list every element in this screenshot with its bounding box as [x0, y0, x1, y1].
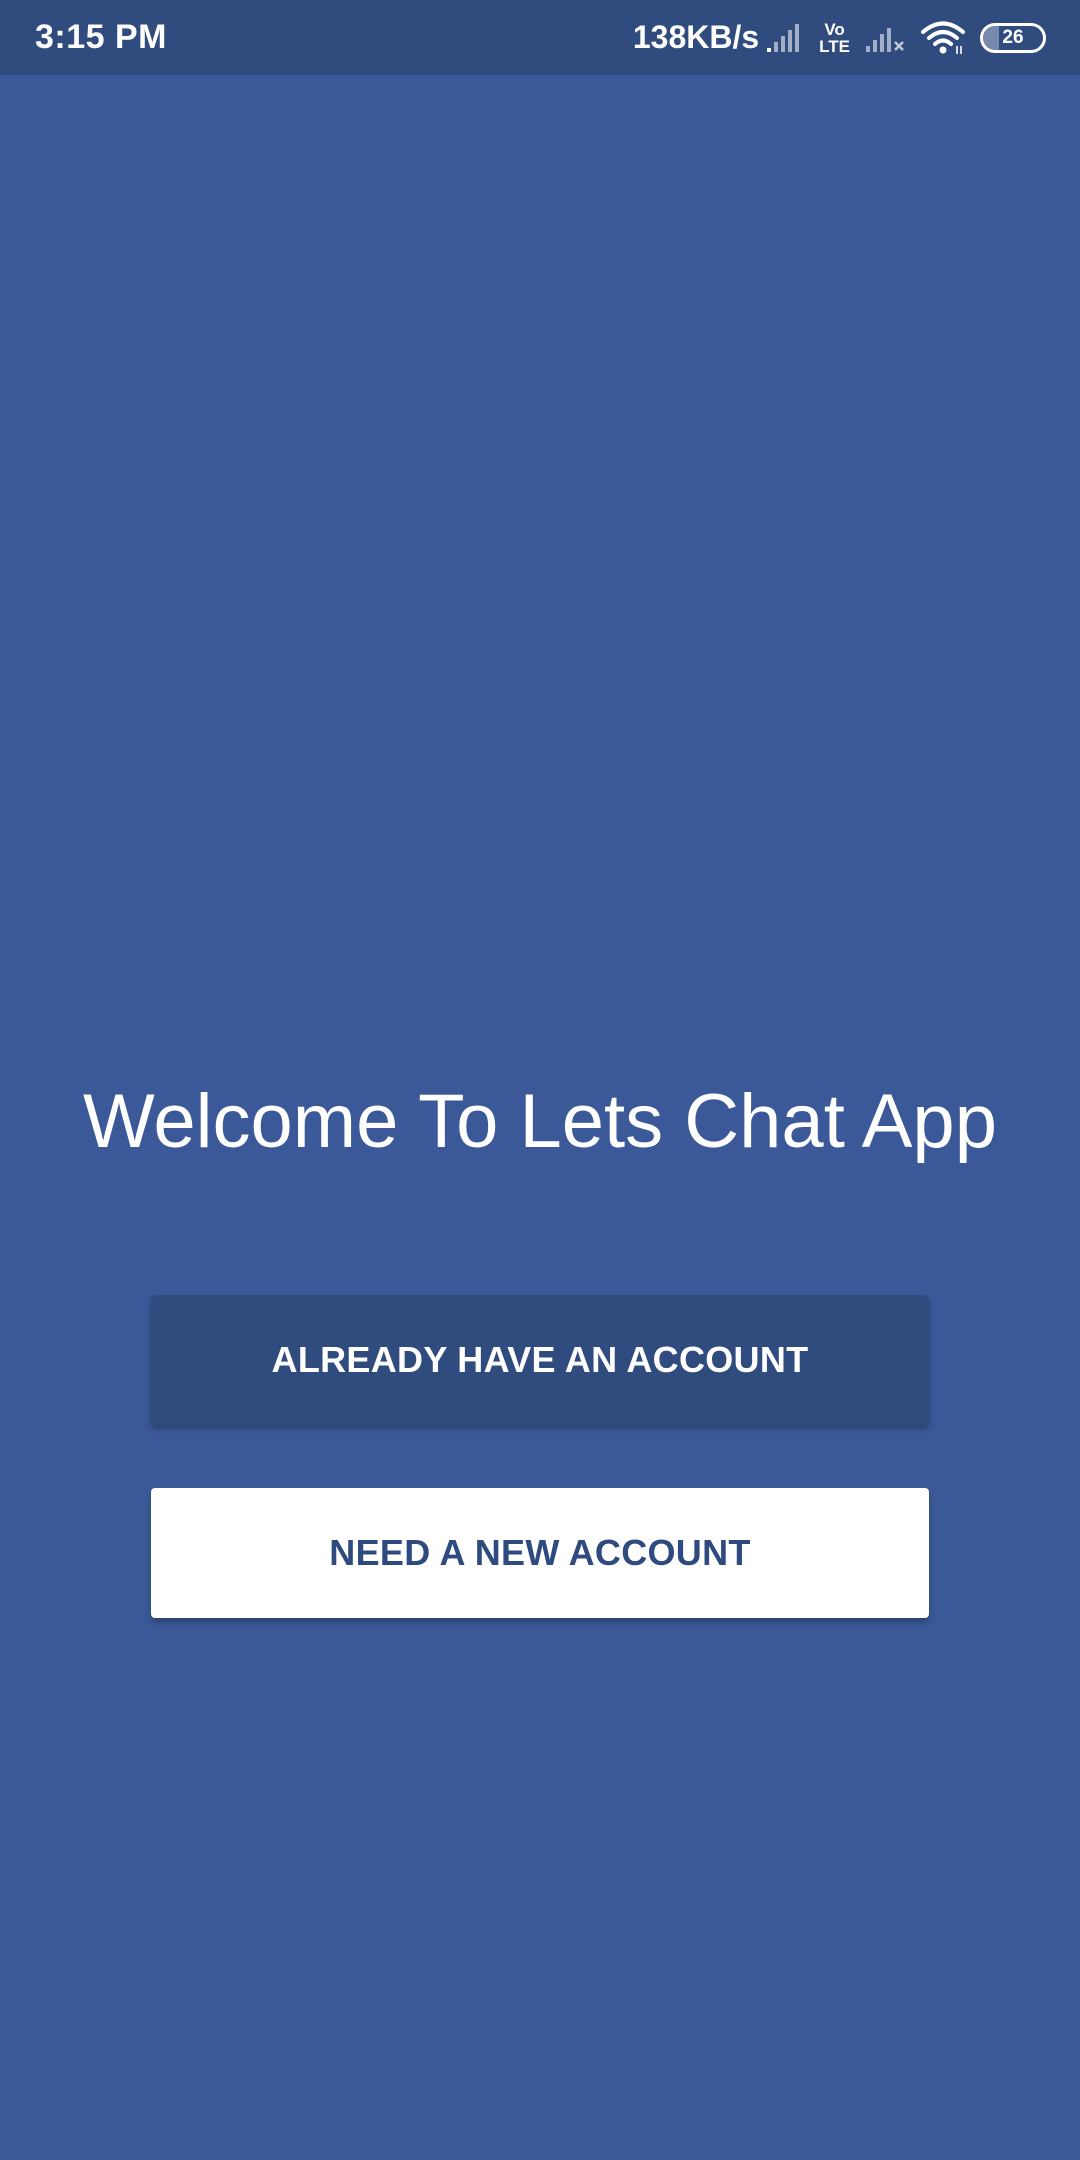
status-bar: 3:15 PM 138KB/s Vo LTE 26 [0, 0, 1080, 75]
wifi-icon [920, 21, 966, 55]
already-have-account-button[interactable]: ALREADY HAVE AN ACCOUNT [151, 1295, 929, 1425]
volte-icon: Vo LTE [819, 21, 850, 55]
volte-label-top: Vo [824, 19, 845, 39]
welcome-title: Welcome To Lets Chat App [83, 1079, 997, 1164]
need-new-account-button[interactable]: NEED A NEW ACCOUNT [151, 1488, 929, 1618]
volte-label-bottom: LTE [819, 36, 850, 56]
battery-level: 26 [1002, 26, 1024, 48]
battery-icon: 26 [980, 22, 1046, 53]
signal-icon [765, 22, 805, 54]
status-indicators: 138KB/s Vo LTE 26 [633, 0, 1046, 75]
signal-no-service-icon [864, 22, 908, 54]
battery-fill [983, 25, 999, 50]
status-time: 3:15 PM [35, 18, 167, 56]
network-speed: 138KB/s [632, 19, 760, 55]
